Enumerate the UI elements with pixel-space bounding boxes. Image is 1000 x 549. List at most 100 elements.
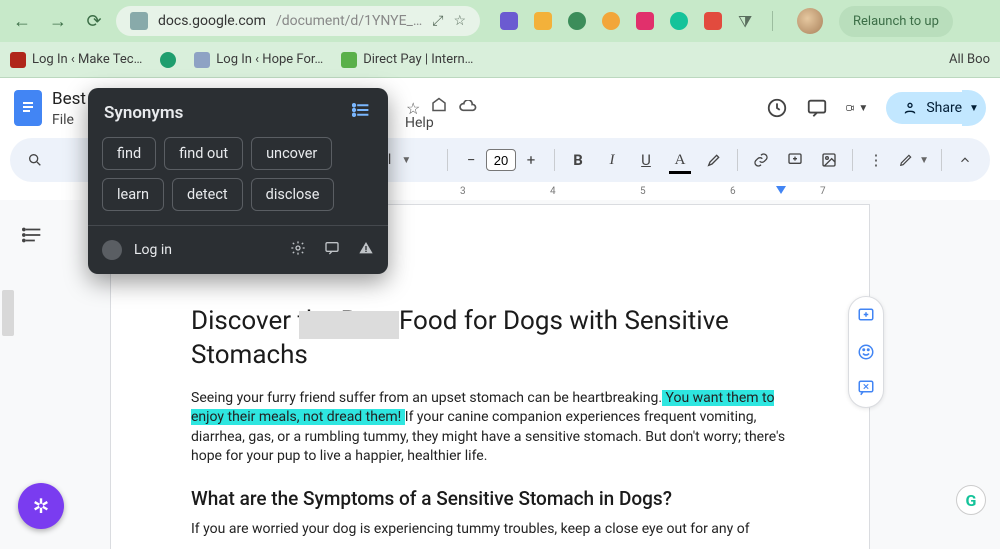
bookmark-favicon: [194, 52, 210, 68]
font-size-input[interactable]: [486, 149, 516, 171]
insert-image-icon[interactable]: [818, 149, 840, 171]
profile-avatar[interactable]: [797, 8, 823, 34]
comments-icon[interactable]: [806, 97, 828, 119]
synonym-chip[interactable]: disclose: [251, 178, 335, 211]
bookmark-favicon: [160, 52, 176, 68]
grammarly-icon[interactable]: G: [956, 485, 986, 515]
login-link[interactable]: Log in: [134, 242, 172, 258]
text-color-icon[interactable]: A: [669, 149, 691, 171]
paragraph: Seeing your furry friend suffer from an …: [191, 389, 789, 467]
floating-comment-actions: [848, 296, 884, 408]
docs-logo-icon[interactable]: [14, 90, 42, 126]
menu-bar: File: [52, 112, 86, 128]
chevron-down-icon: ▼: [919, 155, 929, 166]
menu-help[interactable]: Help: [405, 115, 434, 131]
synonym-chip[interactable]: detect: [172, 178, 243, 211]
link-icon[interactable]: [750, 149, 772, 171]
synonym-chip[interactable]: uncover: [251, 137, 332, 170]
synonyms-title: Synonyms: [104, 103, 183, 123]
history-icon[interactable]: [766, 97, 788, 119]
forward-button[interactable]: →: [44, 7, 72, 35]
bookmark-item[interactable]: All Boo: [949, 52, 990, 67]
separator: [941, 149, 942, 171]
document-title[interactable]: Best: [52, 89, 86, 109]
zoom-icon[interactable]: ⤢: [432, 13, 443, 29]
separator: [772, 11, 773, 31]
list-view-icon[interactable]: [352, 102, 372, 123]
increase-font-icon[interactable]: +: [520, 149, 542, 171]
synonym-chip[interactable]: find out: [164, 137, 243, 170]
highlight-icon[interactable]: [703, 149, 725, 171]
collapse-toolbar-icon[interactable]: [954, 149, 976, 171]
star-icon[interactable]: ☆: [453, 13, 466, 29]
extensions-menu-icon[interactable]: ⧩: [738, 12, 756, 30]
bookmark-favicon: [341, 52, 357, 68]
ruler-indent-marker[interactable]: [776, 186, 786, 194]
separator: [554, 149, 555, 171]
suggest-edit-icon[interactable]: [853, 375, 879, 401]
emoji-reaction-icon[interactable]: [853, 339, 879, 365]
assistant-fab[interactable]: ✲: [18, 483, 64, 529]
chevron-down-icon: ▼: [401, 155, 411, 166]
separator: [447, 149, 448, 171]
heading-2: What are the Symptoms of a Sensitive Sto…: [191, 487, 789, 510]
url-path: /document/d/1YNYE_…: [276, 13, 422, 29]
relaunch-button[interactable]: Relaunch to up: [839, 6, 953, 37]
bookmark-label: Log In ‹ Make Tec…: [32, 52, 142, 67]
extension-icon[interactable]: [602, 12, 620, 30]
underline-icon[interactable]: U: [635, 149, 657, 171]
browser-top-bar: ← → ⟳ docs.google.com/document/d/1YNYE_……: [0, 0, 1000, 42]
add-comment-icon[interactable]: [784, 149, 806, 171]
extensions-strip: ⧩: [500, 8, 823, 34]
url-domain: docs.google.com: [158, 13, 266, 29]
add-comment-icon[interactable]: [853, 303, 879, 329]
synonyms-footer: Log in: [88, 236, 388, 270]
ruler-mark: 7: [820, 186, 826, 197]
cloud-status-icon[interactable]: [458, 99, 478, 118]
site-settings-icon[interactable]: [130, 12, 148, 30]
settings-icon[interactable]: [290, 240, 306, 260]
text-selection: [299, 311, 399, 339]
bookmark-item[interactable]: Direct Pay | Intern…: [341, 52, 473, 68]
bookmark-item[interactable]: [160, 52, 176, 68]
meet-button[interactable]: ▼: [846, 97, 868, 119]
doc-title-block: Best File: [52, 89, 86, 128]
outline-toggle-icon[interactable]: [22, 224, 50, 252]
feedback-icon[interactable]: [324, 240, 340, 260]
ruler-mark: 5: [640, 186, 646, 197]
bookmark-label: All Boo: [949, 52, 990, 67]
italic-icon[interactable]: I: [601, 149, 623, 171]
extension-icon[interactable]: [636, 12, 654, 30]
divider: [88, 225, 388, 226]
paragraph-text: Seeing your furry friend suffer from an …: [191, 390, 662, 406]
back-button[interactable]: ←: [8, 7, 36, 35]
separator: [737, 149, 738, 171]
share-label: Share: [926, 100, 962, 116]
bookmark-item[interactable]: Log In ‹ Make Tec…: [10, 52, 142, 68]
extension-icon[interactable]: [500, 12, 518, 30]
decrease-font-icon[interactable]: −: [460, 149, 482, 171]
synonym-chip[interactable]: learn: [102, 178, 164, 211]
ruler-mark: 6: [730, 186, 736, 197]
share-dropdown[interactable]: ▼: [962, 90, 986, 126]
synonym-chip-list: find find out uncover learn detect discl…: [88, 133, 388, 225]
search-icon[interactable]: [24, 149, 46, 171]
extension-icon[interactable]: [568, 12, 586, 30]
header-right-actions: ▼ Share ▼: [766, 90, 986, 126]
editing-mode[interactable]: ▼: [899, 153, 929, 167]
extension-icon[interactable]: [704, 12, 722, 30]
more-tools-icon[interactable]: ⋮: [865, 149, 887, 171]
bookmarks-bar: Log In ‹ Make Tec… Log In ‹ Hope For… Di…: [0, 42, 1000, 78]
separator: [852, 149, 853, 171]
address-bar[interactable]: docs.google.com/document/d/1YNYE_… ⤢ ☆: [116, 6, 480, 36]
bookmark-item[interactable]: Log In ‹ Hope For…: [194, 52, 323, 68]
extension-icon[interactable]: [534, 12, 552, 30]
synonyms-popup: Synonyms find find out uncover learn det…: [88, 88, 388, 274]
bold-icon[interactable]: B: [567, 149, 589, 171]
extension-icon[interactable]: [670, 12, 688, 30]
menu-file[interactable]: File: [52, 112, 74, 128]
reload-button[interactable]: ⟳: [80, 7, 108, 35]
warning-icon[interactable]: [358, 240, 374, 260]
synonyms-header: Synonyms: [88, 88, 388, 133]
synonym-chip[interactable]: find: [102, 137, 156, 170]
